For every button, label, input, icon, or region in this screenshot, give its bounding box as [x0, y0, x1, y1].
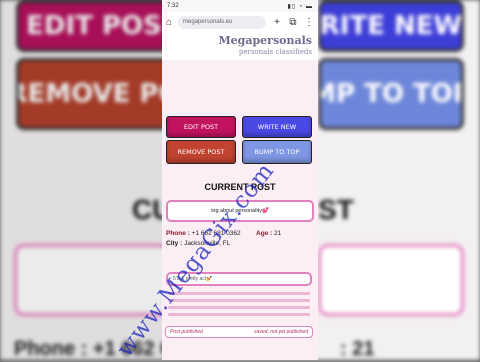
left-shade — [0, 0, 162, 360]
bg-heading-right: ST — [318, 194, 354, 225]
new-tab-icon[interactable]: + — [272, 17, 282, 28]
edit-post-button[interactable]: EDIT POST — [166, 116, 236, 138]
publish-status-left: Post published — [170, 329, 203, 335]
age-label: Age : — [256, 230, 273, 237]
bump-to-top-button[interactable]: BUMP TO TOP — [242, 140, 312, 164]
bg-title-box-right — [318, 244, 464, 316]
bg-write-button: RITE NEW — [318, 0, 464, 52]
phone-label: Phone : — [166, 230, 190, 237]
post-body-text — [168, 292, 310, 320]
menu-icon[interactable]: ⋮ — [304, 17, 314, 28]
logo-title: Megapersonals — [218, 34, 312, 47]
publish-status-right: saved, not yet published — [254, 329, 308, 335]
text-line — [168, 292, 310, 295]
status-time: 7:32 — [167, 3, 179, 9]
text-line — [168, 313, 310, 316]
address-bar[interactable]: megapersonals.eu — [178, 15, 266, 29]
write-new-button[interactable]: WRITE NEW — [242, 116, 312, 138]
publish-status-bar: Post published saved, not yet published — [165, 326, 313, 338]
bg-age: : 21 — [340, 338, 375, 360]
logo-subtitle: personals classifieds — [238, 48, 312, 56]
remove-post-button[interactable]: REMOVE POST — [166, 140, 236, 164]
home-icon[interactable]: ⌂ — [166, 17, 172, 28]
age-value: 21 — [274, 230, 282, 237]
text-line — [168, 306, 310, 309]
bg-bump-button: MP TO TOP — [318, 58, 464, 130]
tabs-icon[interactable]: ⧉ — [288, 17, 298, 28]
site-logo[interactable]: Megapersonals personals classifieds — [162, 32, 318, 60]
status-icons: ▮▯ ◔ ▬ — [287, 3, 313, 10]
status-bar: 7:32 ▮▯ ◔ ▬ — [162, 0, 318, 12]
browser-toolbar: ⌂ megapersonals.eu + ⧉ ⋮ — [162, 12, 318, 32]
text-line — [168, 299, 310, 302]
city-label: City : — [166, 240, 183, 247]
age-row: Age : 21 — [256, 230, 281, 237]
